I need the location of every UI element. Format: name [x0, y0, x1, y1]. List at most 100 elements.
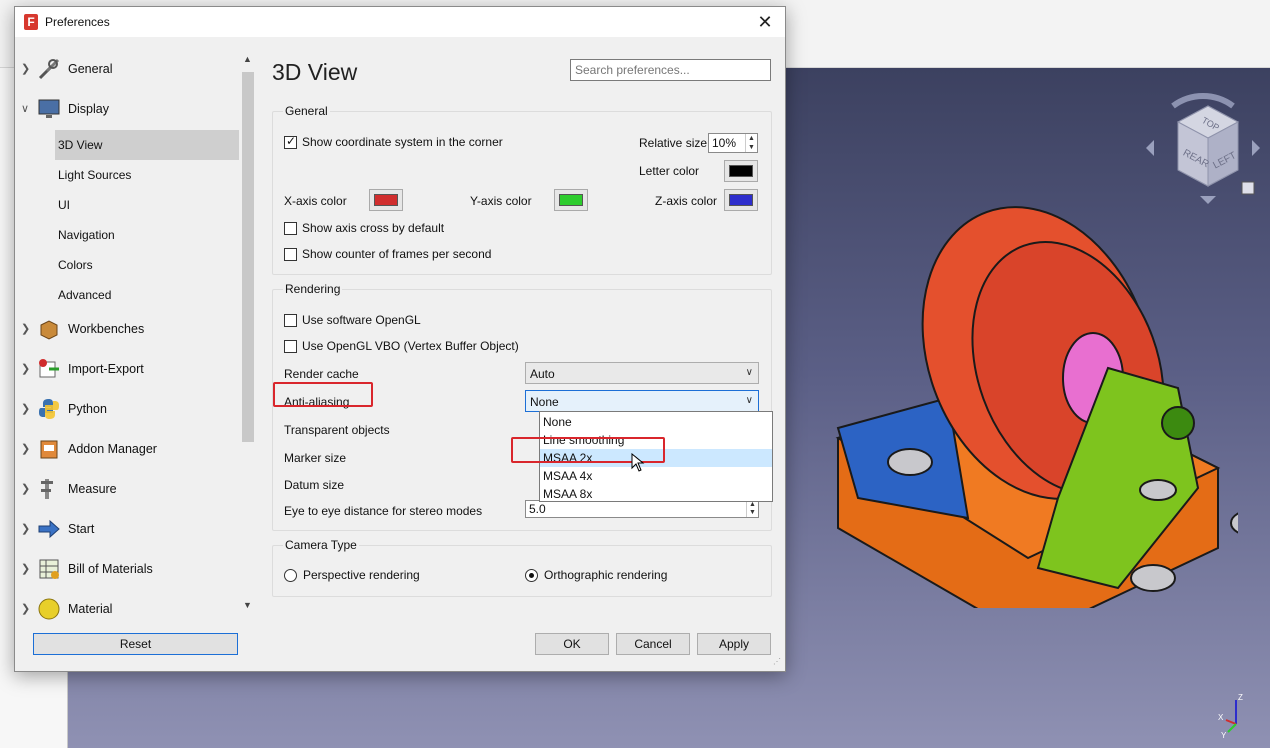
- tree-item-general[interactable]: ❯ General: [15, 55, 255, 83]
- render-cache-select[interactable]: Auto ∨: [525, 362, 759, 384]
- tree-scrollbar[interactable]: ▲ ▼: [240, 37, 256, 623]
- tree-subitem-3d-view[interactable]: 3D View: [55, 130, 239, 160]
- dropdown-option-msaa-2x[interactable]: MSAA 2x: [540, 449, 772, 467]
- scroll-thumb[interactable]: [242, 72, 254, 442]
- spin-arrows-icon[interactable]: ▲ ▼: [746, 501, 758, 517]
- dialog-title: Preferences: [45, 15, 110, 29]
- chevron-right-icon[interactable]: ❯: [21, 562, 30, 575]
- chevron-right-icon[interactable]: ❯: [21, 522, 30, 535]
- mouse-cursor-icon: [631, 453, 645, 472]
- perspective-rendering-radio[interactable]: Perspective rendering: [284, 568, 420, 582]
- tree-subitem-label: Advanced: [58, 288, 112, 302]
- chevron-down-icon: ∨: [745, 367, 753, 378]
- tree-item-bill-of-materials[interactable]: ❯ Bill of Materials: [15, 555, 255, 583]
- tree-subitem-colors[interactable]: Colors: [55, 250, 239, 280]
- show-axis-cross-checkbox[interactable]: Show axis cross by default: [284, 221, 444, 235]
- checkbox-box[interactable]: [284, 339, 297, 353]
- tree-subitem-label: Navigation: [58, 228, 115, 242]
- reset-button[interactable]: Reset: [33, 633, 238, 655]
- tree-item-python[interactable]: ❯ Python: [15, 395, 255, 423]
- tree-subitem-label: 3D View: [58, 138, 103, 152]
- checkbox-label: Show counter of frames per second: [302, 247, 492, 261]
- relative-size-label: Relative size: [639, 136, 708, 150]
- anti-aliasing-dropdown-list[interactable]: None Line smoothing MSAA 2x MSAA 4x MSAA…: [539, 411, 773, 502]
- x-axis-color-button[interactable]: [369, 189, 403, 211]
- show-coordinate-system-checkbox[interactable]: Show coordinate system in the corner: [284, 134, 503, 149]
- dropdown-option-msaa-4x[interactable]: MSAA 4x: [540, 467, 772, 485]
- tree-item-label: Measure: [68, 482, 117, 496]
- addon-manager-icon: [40, 440, 58, 459]
- caliper-icon: [41, 479, 53, 499]
- tree-item-workbenches[interactable]: ❯ Workbenches: [15, 315, 255, 343]
- spin-arrows-icon[interactable]: ▲ ▼: [745, 134, 757, 152]
- orthographic-rendering-radio[interactable]: Orthographic rendering: [525, 568, 667, 582]
- letter-color-button[interactable]: [724, 160, 758, 182]
- y-axis-color-label: Y-axis color: [470, 194, 532, 208]
- radio-dot[interactable]: [284, 568, 297, 582]
- scroll-down-icon[interactable]: ▼: [243, 600, 252, 610]
- dropdown-option-none[interactable]: None: [540, 413, 772, 431]
- tree-subitem-advanced[interactable]: Advanced: [55, 280, 239, 310]
- chevron-right-icon[interactable]: ❯: [21, 482, 30, 495]
- tree-item-import-export[interactable]: ❯ Import-Export: [15, 355, 255, 383]
- y-axis-color-button[interactable]: [554, 189, 588, 211]
- tree-item-display[interactable]: ∨ Display: [15, 95, 255, 123]
- software-opengl-checkbox[interactable]: Use software OpenGL: [284, 313, 421, 327]
- radio-dot[interactable]: [525, 568, 538, 582]
- close-button[interactable]: ✕: [747, 9, 783, 35]
- tree-subitem-light-sources[interactable]: Light Sources: [55, 160, 239, 190]
- checkbox-box[interactable]: [284, 221, 297, 235]
- axis-z-label: Z: [1238, 693, 1243, 702]
- tree-item-label: General: [68, 62, 113, 76]
- render-cache-label: Render cache: [284, 367, 359, 381]
- tree-item-measure[interactable]: ❯ Measure: [15, 475, 255, 503]
- chevron-right-icon[interactable]: ❯: [21, 442, 30, 455]
- anti-aliasing-label: Anti-aliasing: [284, 395, 350, 409]
- chevron-right-icon[interactable]: ❯: [21, 362, 30, 375]
- dropdown-option-msaa-8x[interactable]: MSAA 8x: [540, 485, 772, 503]
- chevron-right-icon[interactable]: ❯: [21, 402, 30, 415]
- spin-value: 5.0: [529, 502, 546, 516]
- opengl-vbo-checkbox[interactable]: Use OpenGL VBO (Vertex Buffer Object): [284, 339, 519, 353]
- group-title: Rendering: [283, 282, 343, 296]
- monitor-icon: [38, 99, 60, 118]
- cancel-button[interactable]: Cancel: [616, 633, 690, 655]
- dropdown-option-line-smoothing[interactable]: Line smoothing: [540, 431, 772, 449]
- chevron-down-icon[interactable]: ∨: [21, 102, 29, 115]
- apply-button[interactable]: Apply: [697, 633, 771, 655]
- checkbox-label: Show coordinate system in the corner: [302, 135, 503, 149]
- freecad-logo-icon: F: [24, 14, 38, 30]
- camera-type-group: Camera Type Perspective rendering Orthog…: [272, 538, 772, 597]
- anti-aliasing-select[interactable]: None ∨: [525, 390, 759, 412]
- tree-item-addon-manager[interactable]: ❯ Addon Manager: [15, 435, 255, 463]
- chevron-right-icon[interactable]: ❯: [21, 602, 30, 615]
- dialog-titlebar[interactable]: F Preferences ✕: [15, 7, 785, 37]
- tree-item-label: Workbenches: [68, 322, 145, 336]
- tree-item-start[interactable]: ❯ Start: [15, 515, 255, 543]
- transparent-objects-label: Transparent objects: [284, 423, 390, 437]
- tree-item-label: Bill of Materials: [68, 562, 153, 576]
- chevron-right-icon[interactable]: ❯: [21, 322, 30, 335]
- tree-subitem-navigation[interactable]: Navigation: [55, 220, 239, 250]
- import-export-icon: [39, 359, 59, 378]
- color-fill: [729, 194, 753, 206]
- checkbox-box[interactable]: [284, 134, 297, 149]
- scroll-up-icon[interactable]: ▲: [243, 54, 252, 64]
- checkbox-box[interactable]: [284, 247, 297, 261]
- radio-label: Orthographic rendering: [544, 568, 668, 582]
- show-fps-checkbox[interactable]: Show counter of frames per second: [284, 247, 491, 261]
- resize-grip-icon[interactable]: ⋰: [773, 657, 781, 666]
- python-icon: [39, 399, 59, 419]
- tree-subitem-ui[interactable]: UI: [55, 190, 239, 220]
- chevron-right-icon[interactable]: ❯: [21, 62, 30, 75]
- 3d-model-render: [835, 206, 1238, 608]
- ok-button[interactable]: OK: [535, 633, 609, 655]
- z-axis-color-button[interactable]: [724, 189, 758, 211]
- relative-size-spinbox[interactable]: 10% ▲ ▼: [708, 133, 758, 153]
- wrench-screwdriver-icon: [38, 58, 60, 80]
- search-input[interactable]: [570, 59, 771, 81]
- checkbox-label: Use OpenGL VBO (Vertex Buffer Object): [302, 339, 519, 353]
- tree-item-material[interactable]: ❯ Material: [15, 595, 255, 623]
- group-title: Camera Type: [283, 538, 359, 552]
- checkbox-box[interactable]: [284, 313, 297, 327]
